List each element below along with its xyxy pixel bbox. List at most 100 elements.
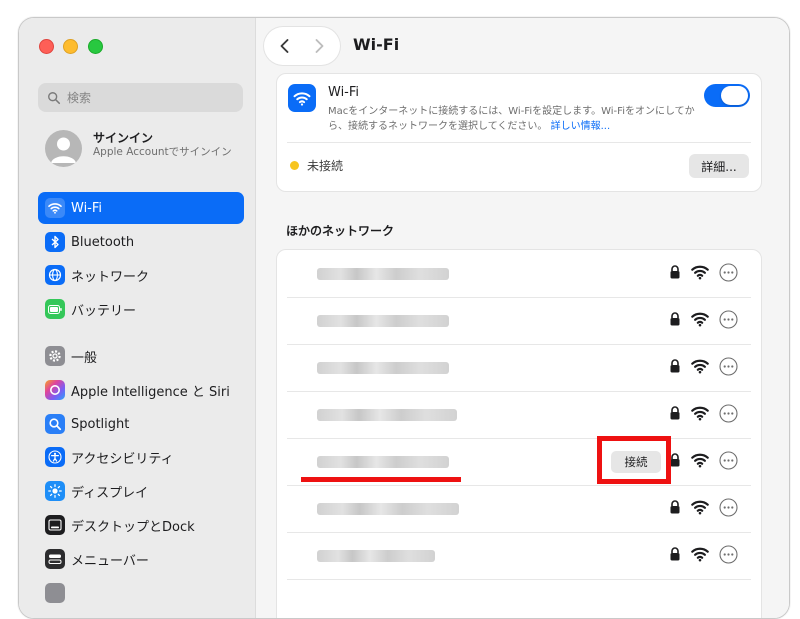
network-row[interactable] [277,297,761,344]
settings-window: 検索 サインイン Apple Accountでサインイン Wi-Fi Bluet… [18,17,790,619]
network-name-redacted [317,550,435,562]
sidebar-item-apple-intelligence[interactable]: Apple Intelligence と Siri [38,374,244,406]
sidebar-item-network[interactable]: ネットワーク [38,259,244,291]
wifi-description-text: Macをインターネットに接続するには、Wi-Fiを設定します。Wi-Fiをオンに… [328,106,695,132]
menubar-icon [45,549,65,569]
sidebar-item-spotlight[interactable]: Spotlight [38,408,244,440]
sidebar-item-accessibility[interactable]: アクセシビリティ [38,441,244,473]
sidebar-item-label: Bluetooth [71,234,135,250]
sidebar: 検索 サインイン Apple Accountでサインイン Wi-Fi Bluet… [19,18,256,618]
divider [287,579,751,580]
network-name-redacted [317,315,449,327]
gear-icon [45,346,65,366]
close-window-button[interactable] [39,39,54,54]
sidebar-item-displays[interactable]: ディスプレイ [38,475,244,507]
navigation-buttons [264,27,340,65]
wifi-signal-icon [691,359,709,374]
sidebar-item-desktop-dock[interactable]: デスクトップとDock [38,509,244,541]
network-name-redacted [317,409,457,421]
more-options-icon[interactable] [719,451,738,470]
chevron-left-icon[interactable] [276,37,294,55]
search-placeholder: 検索 [67,91,92,105]
divider [287,142,751,143]
more-options-icon[interactable] [719,404,738,423]
network-name-redacted [317,362,449,374]
globe-icon [45,265,65,285]
network-row[interactable] [277,579,761,618]
wifi-toggle[interactable] [704,84,750,107]
divider [287,344,751,345]
sun-icon [45,481,65,501]
account-subtitle: Apple Accountでサインイン [93,146,232,158]
network-row[interactable] [277,532,761,579]
network-row[interactable] [277,485,761,532]
divider [287,532,751,533]
wifi-description: Macをインターネットに接続するには、Wi-Fiを設定します。Wi-Fiをオンに… [328,104,698,134]
magnifier-icon [45,414,65,434]
more-options-icon[interactable] [719,545,738,564]
avatar [45,130,82,167]
search-field[interactable]: 検索 [38,83,243,112]
toggle-knob [721,86,748,105]
wifi-signal-icon [691,453,709,468]
divider [287,391,751,392]
search-icon [48,91,61,104]
battery-icon [45,299,65,319]
other-networks-title: ほかのネットワーク [286,224,395,238]
sidebar-item-label: Spotlight [71,416,130,432]
more-options-icon[interactable] [719,498,738,517]
main-content: Wi-Fi Wi-Fi Macをインターネットに接続するには、Wi-Fiを設定し… [256,18,789,618]
network-row[interactable] [277,250,761,297]
divider [287,485,751,486]
wifi-icon [45,198,65,218]
sidebar-item-battery[interactable]: バッテリー [38,293,244,325]
sidebar-item-label: デスクトップとDock [71,519,195,535]
account-signin[interactable]: サインイン Apple Accountでサインイン [45,126,245,178]
partial-icon [45,583,65,603]
network-row[interactable] [277,391,761,438]
more-options-icon[interactable] [719,357,738,376]
sidebar-item-wifi[interactable]: Wi-Fi [38,192,244,224]
zoom-window-button[interactable] [88,39,103,54]
sidebar-item-label: Apple Intelligence と Siri [71,384,230,400]
bluetooth-icon [45,232,65,252]
divider [287,438,751,439]
lock-icon [670,312,680,326]
wifi-card: Wi-Fi Macをインターネットに接続するには、Wi-Fiを設定します。Wi-… [276,73,762,192]
divider [287,297,751,298]
lock-icon [670,359,680,373]
connection-status: 未接続 [307,159,344,173]
wifi-signal-icon [691,406,709,421]
more-options-icon[interactable] [719,263,738,282]
account-title: サインイン [93,131,154,145]
sidebar-item-next[interactable] [38,577,244,609]
person-icon [51,137,76,163]
lock-icon [670,406,680,420]
lock-icon [670,547,680,561]
wifi-signal-icon [691,265,709,280]
sidebar-item-label: ディスプレイ [71,485,149,501]
learn-more-link[interactable]: 詳しい情報... [551,121,611,132]
dock-icon [45,515,65,535]
details-button[interactable]: 詳細... [689,154,749,178]
lock-icon [670,265,680,279]
highlight-underline [301,477,461,482]
chevron-right-icon[interactable] [310,37,328,55]
sidebar-item-general[interactable]: 一般 [38,340,244,372]
more-options-icon[interactable] [719,310,738,329]
network-name-redacted [317,268,449,280]
minimize-window-button[interactable] [63,39,78,54]
network-name-redacted [317,503,459,515]
sidebar-item-bluetooth[interactable]: Bluetooth [38,226,244,258]
sidebar-item-label: バッテリー [71,303,137,319]
sidebar-item-label: ネットワーク [71,269,150,285]
network-row[interactable] [277,344,761,391]
wifi-title: Wi-Fi [328,85,360,100]
status-dot-icon [290,161,299,170]
lock-icon [670,500,680,514]
accessibility-icon [45,447,65,467]
sidebar-item-menubar[interactable]: メニューバー [38,543,244,575]
sidebar-item-label: Wi-Fi [71,200,103,216]
wifi-signal-icon [691,312,709,327]
page-title: Wi-Fi [353,35,400,54]
